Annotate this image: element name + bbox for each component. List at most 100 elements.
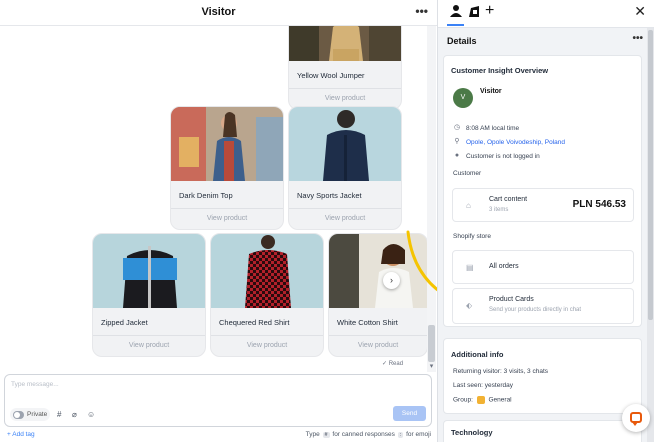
info-icon: ● bbox=[454, 152, 460, 159]
private-toggle[interactable]: Private bbox=[10, 408, 50, 421]
details-panel: + ✕ Details ••• Customer Insight Overvie… bbox=[437, 0, 654, 442]
toggle-icon bbox=[13, 410, 24, 419]
carousel-next-button[interactable]: › bbox=[383, 272, 400, 289]
chat-scrollbar[interactable] bbox=[427, 26, 436, 372]
view-product-button[interactable]: View product bbox=[289, 95, 401, 102]
view-product-button[interactable]: View product bbox=[93, 342, 205, 349]
shopify-section-label: Shopify store bbox=[453, 233, 491, 240]
product-card: Navy Sports Jacket View product bbox=[288, 106, 402, 230]
product-card: Yellow Wool Jumper View product bbox=[288, 26, 402, 110]
basket-icon: ⌂ bbox=[466, 201, 471, 210]
tab-customer-user-icon[interactable] bbox=[449, 4, 463, 21]
local-time: 8:08 AM local time bbox=[466, 124, 520, 132]
tag-icon: ⬖ bbox=[466, 301, 473, 310]
product-name: White Cotton Shirt bbox=[337, 318, 398, 327]
view-product-button[interactable]: View product bbox=[289, 215, 401, 222]
chat-scrollbar-thumb[interactable] bbox=[428, 325, 435, 362]
hint-emoji: for emoji bbox=[406, 431, 431, 438]
location-pin-icon: ⚲ bbox=[454, 138, 460, 145]
product-image bbox=[289, 26, 401, 61]
group-name: General bbox=[488, 396, 512, 404]
cart-content-card[interactable]: ⌂ Cart content 3 items PLN 546.53 bbox=[452, 188, 634, 222]
chat-footer: + Add tag Type # for canned responses : … bbox=[0, 430, 437, 442]
hint-type: Type bbox=[305, 431, 320, 438]
product-card: Chequered Red Shirt View product bbox=[210, 233, 324, 357]
group-prefix: Group: bbox=[453, 396, 473, 404]
cart-title: Cart content bbox=[489, 196, 528, 203]
location-link[interactable]: Opole, Opole Voivodeship, Poland bbox=[466, 139, 565, 146]
cart-items: 3 items bbox=[489, 207, 509, 213]
product-name: Yellow Wool Jumper bbox=[297, 71, 365, 80]
message-composer[interactable]: Type message... Private # ⌀ ☺ Send bbox=[4, 374, 432, 427]
tab-shopify-icon[interactable] bbox=[467, 4, 481, 21]
shortcut-hint: Type # for canned responses : for emoji bbox=[306, 431, 431, 438]
add-tag-link[interactable]: + Add tag bbox=[7, 431, 35, 438]
read-status: ✓ Read bbox=[382, 361, 404, 367]
send-button[interactable]: Send bbox=[393, 406, 426, 421]
product-cards-subtitle: Send your products directly in chat bbox=[489, 307, 582, 313]
chat-title: Visitor bbox=[201, 6, 236, 18]
group-badge-icon bbox=[476, 396, 485, 404]
product-image bbox=[289, 107, 401, 181]
product-name: Chequered Red Shirt bbox=[219, 318, 290, 327]
product-card: Zipped Jacket View product bbox=[92, 233, 206, 357]
technology-card: Technology bbox=[443, 420, 642, 442]
customer-overview-card: Customer Insight Overview V Visitor ◷ 8:… bbox=[443, 55, 642, 327]
hint-key-hash: # bbox=[322, 432, 330, 438]
avatar: V bbox=[453, 88, 473, 108]
add-tab-plus-icon[interactable]: + bbox=[485, 2, 494, 20]
active-tab-indicator bbox=[447, 24, 464, 26]
card-divider bbox=[171, 208, 283, 209]
attachment-icon[interactable]: ⌀ bbox=[72, 410, 77, 419]
scroll-down-arrow-icon[interactable]: ▾ bbox=[427, 362, 436, 372]
product-image bbox=[93, 234, 205, 308]
chat-more-menu-icon[interactable]: ••• bbox=[415, 4, 428, 18]
login-status-row: ● Customer is not logged in bbox=[453, 152, 540, 160]
card-divider bbox=[211, 335, 323, 336]
group-row: Group: General bbox=[453, 396, 512, 404]
hint-canned: for canned responses bbox=[332, 431, 395, 438]
emoji-icon[interactable]: ☺ bbox=[87, 410, 95, 419]
product-cards-card[interactable]: ⬖ Product Cards Send your products direc… bbox=[452, 288, 634, 324]
product-card: Dark Denim Top View product bbox=[170, 106, 284, 230]
app-root: Visitor ••• Yellow Wool Jumper View prod… bbox=[0, 0, 654, 442]
card-divider bbox=[329, 335, 427, 336]
additional-info-card: Additional info Returning visitor: 3 vis… bbox=[443, 338, 642, 414]
chat-header: Visitor ••• bbox=[0, 0, 437, 26]
location-row[interactable]: ⚲ Opole, Opole Voivodeship, Poland bbox=[453, 138, 565, 146]
view-product-button[interactable]: View product bbox=[329, 342, 427, 349]
clock-icon: ◷ bbox=[453, 124, 461, 131]
all-orders-label: All orders bbox=[489, 263, 519, 270]
chat-widget-icon[interactable] bbox=[622, 404, 650, 432]
cart-amount: PLN 546.53 bbox=[572, 199, 626, 210]
product-name: Navy Sports Jacket bbox=[297, 191, 362, 200]
all-orders-card[interactable]: ▤ All orders bbox=[452, 250, 634, 284]
card-divider bbox=[289, 88, 401, 89]
returning-visitor: Returning visitor: 3 visits, 3 chats bbox=[453, 368, 549, 375]
card-divider bbox=[93, 335, 205, 336]
overview-title: Customer Insight Overview bbox=[451, 66, 549, 75]
chat-widget-tail bbox=[632, 422, 638, 426]
panel-scrollbar-thumb[interactable] bbox=[648, 30, 653, 320]
hashtag-icon[interactable]: # bbox=[57, 410, 61, 419]
message-input[interactable]: Type message... bbox=[11, 381, 59, 388]
product-name: Dark Denim Top bbox=[179, 191, 233, 200]
product-cards-title: Product Cards bbox=[489, 296, 534, 303]
chat-area: Visitor ••• Yellow Wool Jumper View prod… bbox=[0, 0, 464, 442]
close-panel-icon[interactable]: ✕ bbox=[634, 3, 646, 20]
last-seen: Last seen: yesterday bbox=[453, 382, 513, 389]
details-title: Details bbox=[447, 36, 477, 46]
message-list: Yellow Wool Jumper View product Dark Den… bbox=[0, 26, 437, 372]
product-image bbox=[171, 107, 283, 181]
private-label: Private bbox=[27, 411, 48, 418]
technology-title: Technology bbox=[451, 428, 493, 437]
visitor-name: Visitor bbox=[480, 88, 502, 95]
product-name: Zipped Jacket bbox=[101, 318, 148, 327]
view-product-button[interactable]: View product bbox=[171, 215, 283, 222]
product-image bbox=[211, 234, 323, 308]
details-header: Details ••• bbox=[438, 28, 654, 53]
orders-list-icon: ▤ bbox=[466, 263, 474, 272]
details-more-menu-icon[interactable]: ••• bbox=[632, 33, 643, 44]
panel-tabs: + ✕ bbox=[438, 0, 654, 28]
view-product-button[interactable]: View product bbox=[211, 342, 323, 349]
